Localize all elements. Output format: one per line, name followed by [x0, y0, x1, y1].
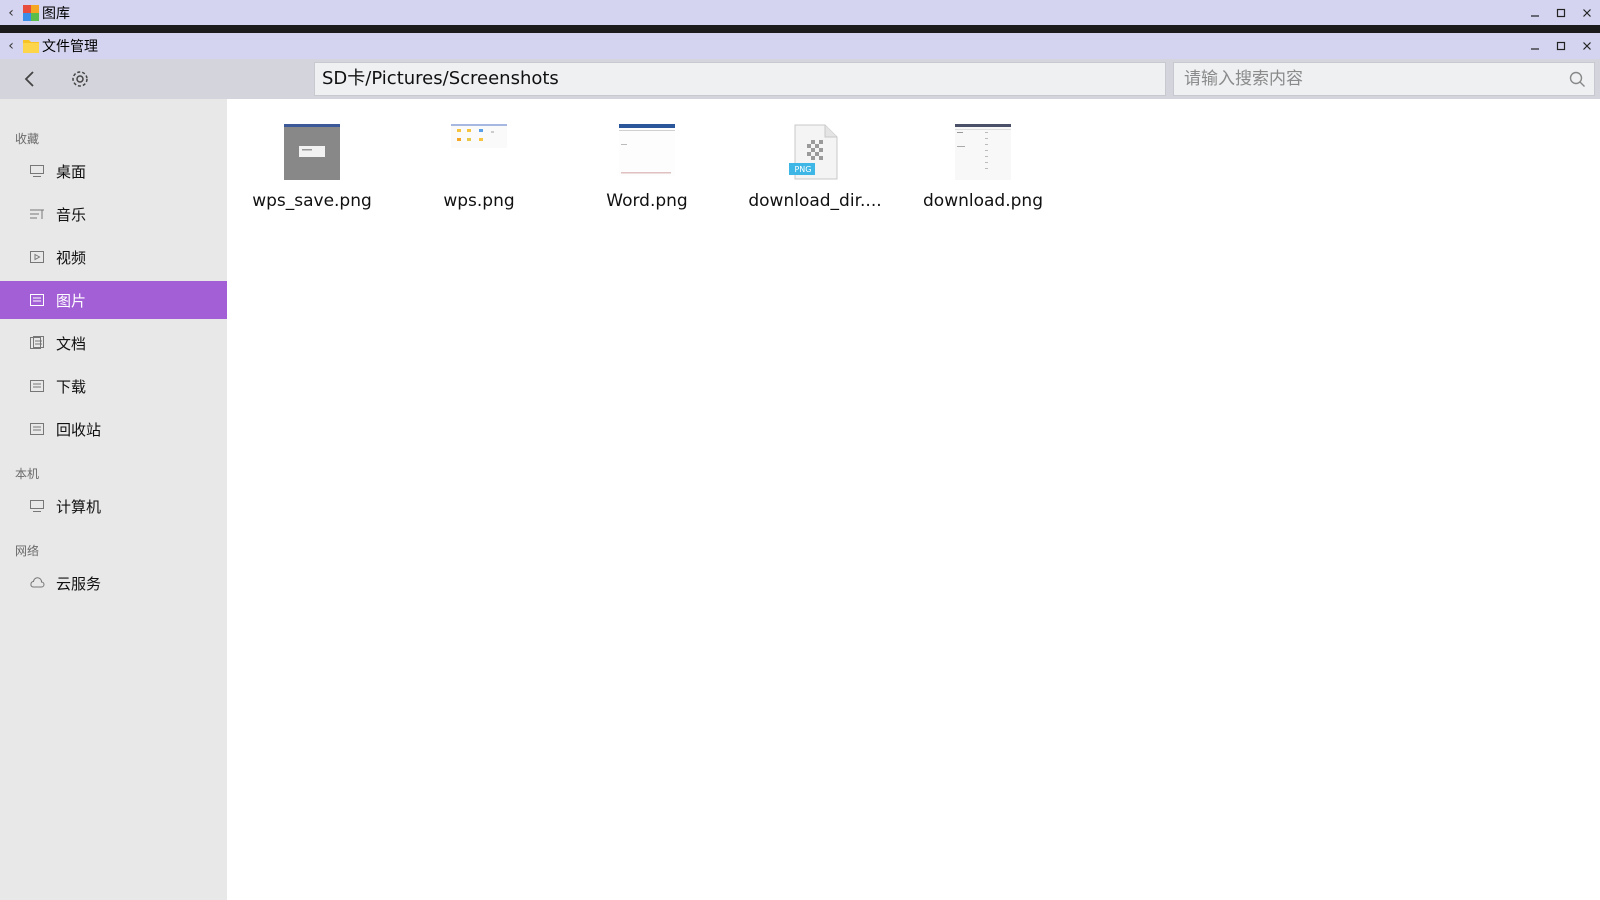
document-icon [30, 336, 44, 349]
maximize-icon[interactable] [1548, 8, 1574, 18]
close-icon[interactable] [1574, 41, 1600, 51]
window-title: 文件管理 [42, 39, 98, 55]
file-item[interactable]: wps.png [404, 124, 554, 211]
sidebar-item-label: 回收站 [56, 420, 102, 439]
search-input[interactable] [1174, 63, 1556, 95]
cloud-icon [30, 577, 45, 588]
sidebar-item-cloud[interactable]: 云服务 [0, 564, 227, 602]
window-title-bar: ‹ 文件管理 [0, 33, 1600, 59]
sidebar: 收藏 桌面 音乐 视频 图片 文档 下载 回收站 本机 计算机 网络 云服务 [0, 99, 227, 900]
screenshot-thumbnail [955, 124, 1011, 180]
sidebar-item-computer[interactable]: 计算机 [0, 487, 227, 525]
sidebar-item-desktop[interactable]: 桌面 [0, 152, 227, 190]
section-label-network: 网络 [15, 544, 40, 558]
sidebar-item-pictures[interactable]: 图片 [0, 281, 227, 319]
sidebar-item-label: 音乐 [56, 205, 87, 224]
gallery-app-icon [23, 4, 39, 21]
picture-icon [30, 294, 44, 306]
minimize-icon[interactable] [1522, 41, 1548, 51]
window-separator [0, 25, 1600, 33]
video-icon [30, 251, 44, 263]
search-box [1173, 62, 1595, 96]
sidebar-item-label: 云服务 [56, 574, 102, 593]
file-name: Word.png [606, 191, 688, 211]
file-name: wps.png [443, 191, 515, 211]
desktop-icon [30, 165, 44, 177]
window-back-button[interactable]: ‹ [0, 38, 22, 54]
download-icon [30, 380, 44, 392]
section-label-favorites: 收藏 [15, 132, 40, 146]
screenshot-thumbnail [619, 124, 675, 176]
screenshot-thumbnail [284, 124, 340, 180]
screenshot-thumbnail [451, 124, 507, 148]
computer-icon [30, 500, 44, 512]
sidebar-item-label: 视频 [56, 248, 87, 267]
minimize-icon[interactable] [1522, 8, 1548, 18]
file-item[interactable]: wps_save.png [237, 124, 387, 211]
music-icon [30, 209, 44, 219]
file-name: download.png [923, 191, 1043, 211]
sidebar-item-label: 文档 [56, 334, 87, 353]
outer-back-button[interactable]: ‹ [0, 5, 22, 21]
sidebar-item-downloads[interactable]: 下载 [0, 367, 227, 405]
sidebar-item-video[interactable]: 视频 [0, 238, 227, 276]
png-badge: PNG [794, 165, 812, 174]
sidebar-item-label: 下载 [56, 377, 87, 396]
file-name: wps_save.png [252, 191, 372, 211]
sidebar-item-trash[interactable]: 回收站 [0, 410, 227, 448]
path-bar[interactable]: SD卡/Pictures/Screenshots [314, 62, 1166, 96]
search-icon[interactable] [1569, 71, 1586, 88]
file-item[interactable]: Word.png [572, 124, 722, 211]
file-name: download_dir.... [748, 191, 882, 211]
back-arrow-icon[interactable] [18, 67, 42, 91]
outer-title-bar: ‹ 图库 [0, 0, 1600, 25]
close-icon[interactable] [1574, 8, 1600, 18]
folder-app-icon [23, 40, 39, 53]
sidebar-item-label: 桌面 [56, 162, 87, 181]
outer-window-title: 图库 [42, 5, 70, 22]
sidebar-item-label: 图片 [56, 291, 87, 310]
section-label-this-machine: 本机 [15, 467, 40, 481]
sidebar-item-music[interactable]: 音乐 [0, 195, 227, 233]
settings-gear-icon[interactable] [68, 67, 92, 91]
sidebar-item-documents[interactable]: 文档 [0, 324, 227, 362]
maximize-icon[interactable] [1548, 41, 1574, 51]
sidebar-item-label: 计算机 [56, 497, 102, 516]
file-item[interactable]: download.png [908, 124, 1058, 211]
toolbar: SD卡/Pictures/Screenshots [0, 59, 1600, 99]
trash-icon [30, 423, 44, 435]
